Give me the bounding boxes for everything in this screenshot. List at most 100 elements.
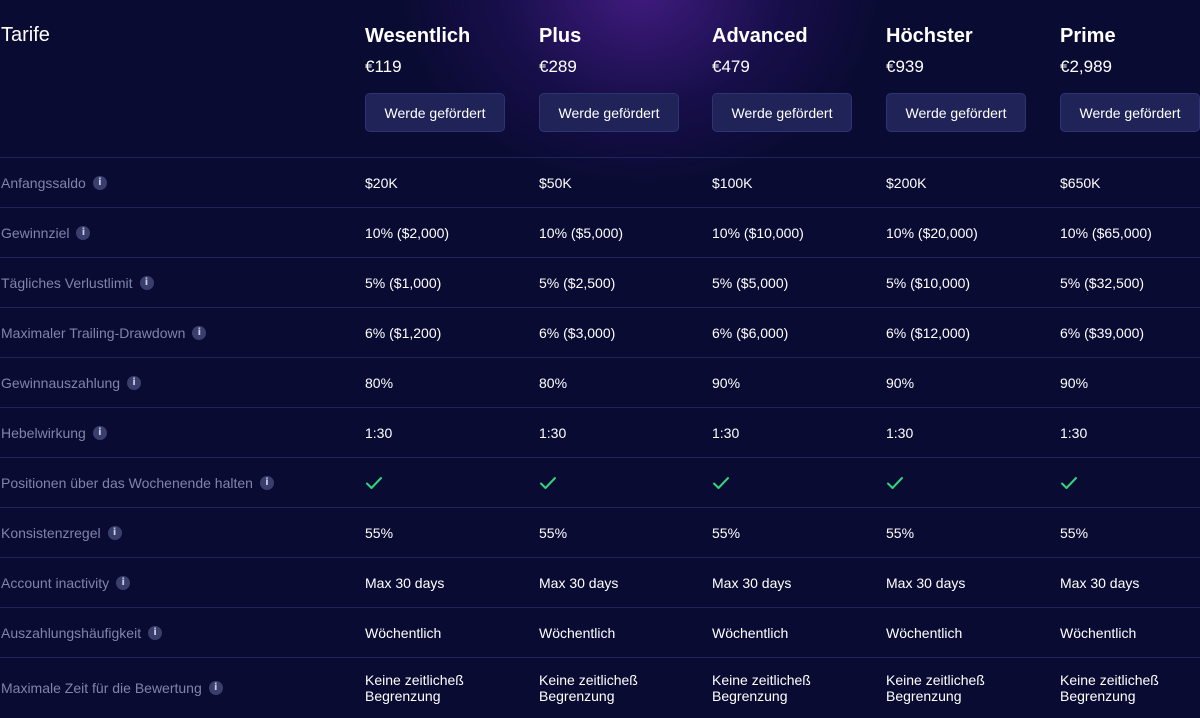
cell-value: 1:30	[365, 424, 393, 441]
row-label: Gewinnziel i	[1, 208, 91, 257]
table-cell: 6% ($12,000)	[886, 308, 1046, 357]
info-icon[interactable]: i	[139, 275, 154, 290]
table-row: Gewinnziel i 10% ($2,000) 10% ($5,000) 10% (…	[0, 208, 1200, 258]
page-title: Tarife	[1, 24, 50, 46]
table-cell: 5% ($2,500)	[539, 258, 699, 307]
check-icon	[713, 476, 729, 489]
plan-price: €119	[365, 57, 402, 76]
cell-value: 10% ($10,000)	[712, 224, 804, 241]
table-cell: 55%	[712, 508, 872, 557]
cell-value: Keine zeitlicheß Begrenzung	[539, 671, 638, 704]
get-funded-button-plus[interactable]: Werde gefördert	[539, 93, 679, 132]
cell-value: Keine zeitlicheß Begrenzung	[886, 671, 985, 704]
cell-value: 90%	[712, 374, 741, 391]
table-cell: 90%	[886, 358, 1046, 407]
plan-name: Höchster	[886, 25, 973, 47]
table-cell: Keine zeitlicheß Begrenzung	[712, 658, 872, 717]
table-row: Hebelwirkung i 1:30 1:30 1:30 1:30 1:30	[0, 408, 1200, 458]
table-row: Gewinnauszahlung i 80% 80% 90% 90% 90%	[0, 358, 1200, 408]
row-label-text: Positionen über das Wochenende halten	[1, 474, 253, 491]
table-cell: 55%	[365, 508, 525, 557]
table-cell: 10% ($10,000)	[712, 208, 872, 257]
cell-value: Keine zeitlicheß Begrenzung	[365, 671, 464, 704]
table-cell: 1:30	[712, 408, 872, 457]
table-cell: 90%	[712, 358, 872, 407]
row-label-text: Gewinnziel	[1, 224, 70, 241]
cell-value: 90%	[886, 374, 915, 391]
get-funded-button-prime[interactable]: Werde gefördert	[1060, 93, 1200, 132]
row-label: Maximaler Trailing-Drawdown i	[1, 308, 207, 357]
cell-value: 1:30	[886, 424, 914, 441]
info-icon[interactable]: i	[92, 175, 107, 190]
info-icon[interactable]: i	[148, 625, 163, 640]
info-icon[interactable]: i	[107, 525, 122, 540]
plan-price: €479	[712, 57, 750, 76]
check-icon	[540, 476, 556, 489]
table-row: Auszahlungshäufigkeit i Wöchentlich Wöchent…	[0, 608, 1200, 658]
cell-value: Max 30 days	[539, 574, 619, 591]
cell-value: 55%	[712, 524, 741, 541]
table-cell: Wöchentlich	[712, 608, 872, 657]
table-cell: 1:30	[1060, 408, 1200, 457]
info-icon[interactable]: i	[127, 375, 142, 390]
table-cell: 10% ($5,000)	[539, 208, 699, 257]
table-cell: Max 30 days	[365, 558, 525, 607]
info-icon[interactable]: i	[192, 325, 207, 340]
pricing-comparison-table: Tarife Wesentlich €119 Werde gefördert P…	[0, 0, 1200, 717]
cell-value: 1:30	[1060, 424, 1088, 441]
cell-value: Max 30 days	[712, 574, 792, 591]
cell-value: 6% ($6,000)	[712, 324, 789, 341]
table-cell	[886, 458, 1046, 507]
cell-value: 1:30	[712, 424, 740, 441]
cell-value: $20K	[365, 174, 398, 191]
table-cell	[365, 458, 525, 507]
get-funded-button-hoechster[interactable]: Werde gefördert	[886, 93, 1026, 132]
cell-value: Max 30 days	[886, 574, 966, 591]
get-funded-button-wesentlich[interactable]: Werde gefördert	[365, 93, 505, 132]
plan-price: €2,989	[1060, 57, 1112, 76]
info-icon[interactable]: i	[116, 575, 131, 590]
cell-value: Wöchentlich	[712, 624, 789, 641]
cell-value: Wöchentlich	[539, 624, 616, 641]
info-icon[interactable]: i	[92, 425, 107, 440]
info-icon[interactable]: i	[208, 680, 223, 695]
table-cell: 80%	[539, 358, 699, 407]
row-label: Maximale Zeit für die Bewertung i	[1, 658, 223, 717]
check-icon	[1061, 476, 1077, 489]
cell-value: 5% ($32,500)	[1060, 274, 1145, 291]
table-cell: $200K	[886, 158, 1046, 207]
cell-value: 10% ($2,000)	[365, 224, 450, 241]
info-icon[interactable]: i	[76, 225, 91, 240]
table-cell: 6% ($6,000)	[712, 308, 872, 357]
table-cell: 6% ($1,200)	[365, 308, 525, 357]
cell-value: Wöchentlich	[1060, 624, 1137, 641]
row-label: Account inactivity i	[1, 558, 131, 607]
cell-value: $100K	[712, 174, 753, 191]
cell-value: 10% ($5,000)	[539, 224, 624, 241]
table-cell: 5% ($10,000)	[886, 258, 1046, 307]
table-cell: 5% ($1,000)	[365, 258, 525, 307]
table-cell: $650K	[1060, 158, 1200, 207]
table-row: Maximaler Trailing-Drawdown i 6% ($1,200) 6…	[0, 308, 1200, 358]
table-row: Positionen über das Wochenende halten i	[0, 458, 1200, 508]
table-cell: 6% ($39,000)	[1060, 308, 1200, 357]
get-funded-button-advanced[interactable]: Werde gefördert	[712, 93, 852, 132]
info-icon[interactable]: i	[259, 475, 274, 490]
cell-value: 80%	[365, 374, 394, 391]
cell-value: 55%	[365, 524, 394, 541]
check-icon	[366, 476, 382, 489]
cell-value: 10% ($20,000)	[886, 224, 978, 241]
row-label-text: Tägliches Verlustlimit	[1, 274, 133, 291]
cell-value: $200K	[886, 174, 927, 191]
row-label: Anfangssaldo i	[1, 158, 107, 207]
table-cell: 55%	[539, 508, 699, 557]
table-cell: 55%	[1060, 508, 1200, 557]
cell-value: 6% ($1,200)	[365, 324, 442, 341]
cell-value: 10% ($65,000)	[1060, 224, 1152, 241]
table-row: Account inactivity i Max 30 days Max 30 day…	[0, 558, 1200, 608]
cell-value: 55%	[886, 524, 915, 541]
table-cell: Keine zeitlicheß Begrenzung	[539, 658, 699, 717]
table-cell: Keine zeitlicheß Begrenzung	[365, 658, 525, 717]
plan-price: €939	[886, 57, 924, 76]
row-label: Konsistenzregel i	[1, 508, 122, 557]
